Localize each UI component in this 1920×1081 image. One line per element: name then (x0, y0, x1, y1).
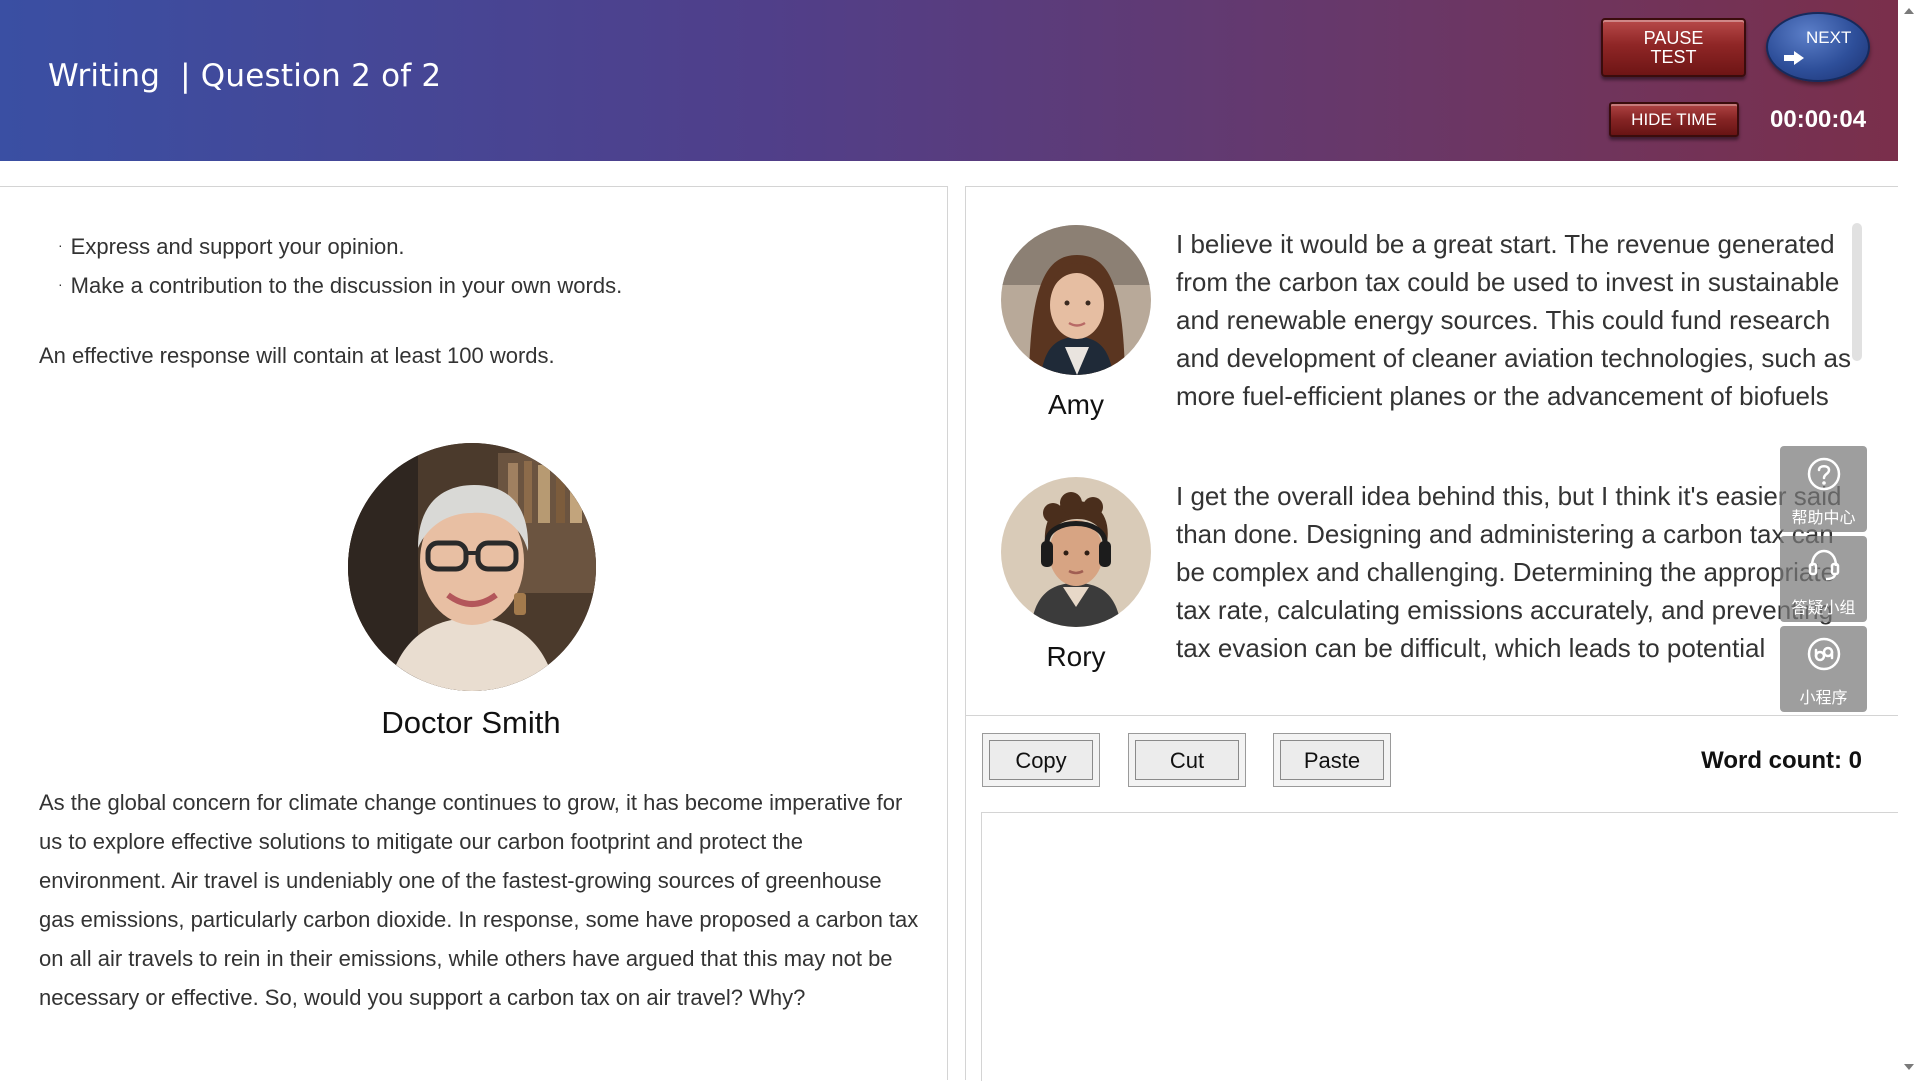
discussion-panel: Amy I believe it would be a great start.… (965, 186, 1899, 1081)
instruction-item: · Express and support your opinion. (58, 229, 622, 268)
timer: 00:00:04 (1770, 106, 1867, 133)
paste-button-label: Paste (1280, 740, 1384, 780)
student-post: Rory I get the overall idea behind this,… (1001, 477, 1871, 679)
bullet-dot: · (58, 276, 63, 292)
page-scrollbar[interactable] (1898, 0, 1920, 1080)
student-avatar (1001, 225, 1151, 375)
pause-label-line2: TEST (1650, 47, 1697, 67)
student-post: Amy I believe it would be a great start.… (1001, 225, 1871, 427)
student-photo (1001, 477, 1151, 627)
mini-program-widget[interactable]: 小程序 (1780, 626, 1867, 712)
question-circle-icon (1807, 457, 1841, 491)
instruction-list: · Express and support your opinion. · Make… (58, 229, 622, 307)
cut-button-label: Cut (1135, 740, 1239, 780)
scroll-down-icon[interactable] (1904, 1064, 1914, 1070)
paste-button[interactable]: Paste (1273, 733, 1391, 787)
student-name: Amy (1048, 389, 1104, 420)
posts-scrollbar-thumb[interactable] (1852, 223, 1862, 361)
bullet-dot: · (58, 237, 63, 253)
headset-icon (1808, 549, 1840, 581)
word-count: Word count: 0 (1701, 747, 1862, 775)
copy-button[interactable]: Copy (982, 733, 1100, 787)
professor-avatar (348, 443, 596, 691)
pause-test-button[interactable]: PAUSE TEST (1601, 18, 1746, 77)
mini-program-icon (1807, 637, 1841, 671)
hide-time-button[interactable]: HIDE TIME (1609, 102, 1739, 137)
professor-name: Doctor Smith (381, 705, 561, 740)
title-separator: | (180, 58, 191, 94)
student-avatar (1001, 477, 1151, 627)
pause-label-line1: PAUSE (1643, 28, 1704, 48)
student-name: Rory (1046, 641, 1106, 672)
professor-question: As the global concern for climate change… (39, 790, 919, 1010)
question-counter: Question 2 of 2 (200, 58, 442, 94)
instruction-item: · Make a contribution to the discussion i… (58, 268, 622, 307)
prompt-panel: · Express and support your opinion. · Make… (0, 186, 948, 1080)
copy-button-label: Copy (989, 740, 1093, 780)
help-center-widget[interactable]: 帮助中心 (1780, 446, 1867, 532)
next-label: NEXT (1806, 28, 1852, 47)
instruction-text: Express and support your opinion. (70, 234, 405, 259)
help-center-label: 帮助中心 (1791, 508, 1856, 527)
scroll-up-icon[interactable] (1904, 8, 1914, 14)
professor-photo (348, 443, 596, 691)
word-requirement-note: An effective response will contain at le… (39, 343, 555, 368)
word-count-label: Word count: (1701, 747, 1842, 774)
student-photo (1001, 225, 1151, 375)
cut-button[interactable]: Cut (1128, 733, 1246, 787)
arrow-right-icon (1784, 51, 1804, 65)
qa-group-widget[interactable]: 答疑小组 (1780, 536, 1867, 622)
section-name: Writing (48, 58, 161, 94)
header-title: Writing | Question 2 of 2 (48, 58, 441, 94)
word-count-value: 0 (1848, 747, 1862, 774)
instruction-text: Make a contribution to the discussion in… (70, 273, 623, 298)
qa-group-label: 答疑小组 (1791, 598, 1856, 617)
answer-input[interactable] (981, 812, 1899, 1081)
toolbar-divider (966, 715, 1899, 716)
test-header: Writing | Question 2 of 2 PAUSE TEST NEXT … (0, 0, 1898, 161)
next-button[interactable]: NEXT (1766, 12, 1870, 82)
mini-program-label: 小程序 (1799, 688, 1848, 707)
student-post-text: I believe it would be a great start. The… (1176, 229, 1851, 420)
student-post-text: I get the overall idea behind this, but … (1176, 481, 1841, 672)
